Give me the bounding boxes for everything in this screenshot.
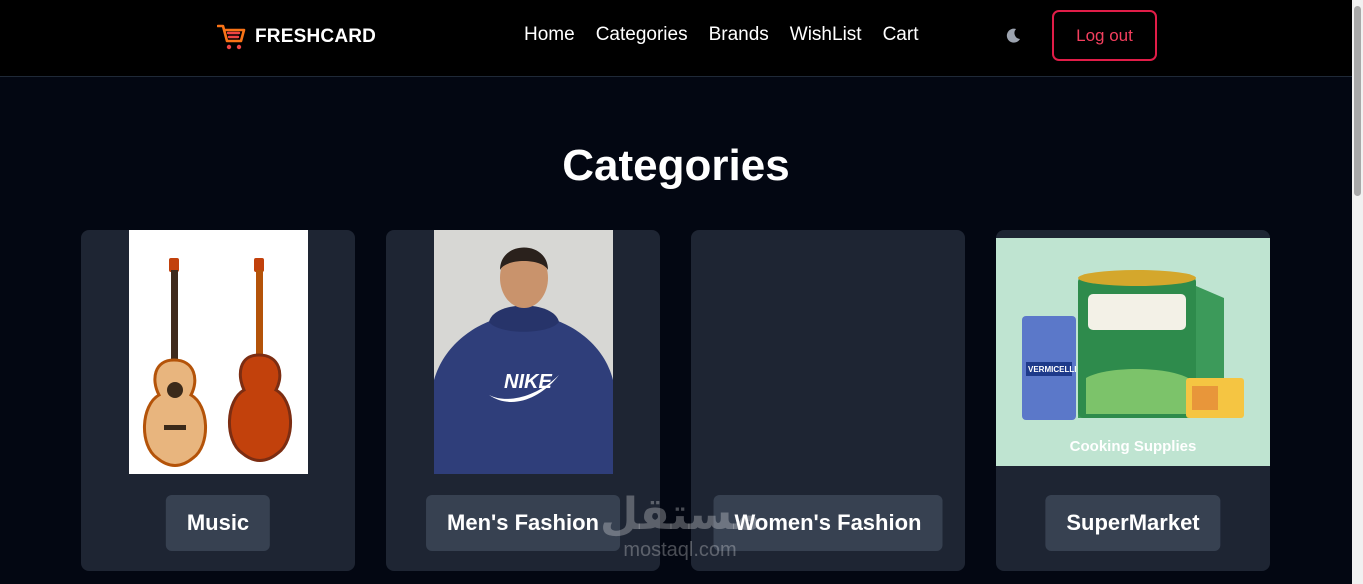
image-caption: Cooking Supplies	[1069, 438, 1197, 455]
nav-link-wishlist[interactable]: WishList	[790, 24, 862, 46]
brand-name: FRESHCARD	[255, 26, 377, 47]
grocery-image: VERMICELLI Cooking Supplies	[996, 238, 1270, 466]
navbar: FRESHCARD Home Categories Brands WishLis…	[0, 0, 1352, 77]
page-scrollbar[interactable]	[1352, 0, 1363, 584]
svg-text:VERMICELLI: VERMICELLI	[1028, 365, 1076, 374]
nav-links: Home Categories Brands WishList Cart	[524, 24, 918, 46]
category-card-supermarket[interactable]: VERMICELLI Cooking Supplies SuperMarket	[996, 230, 1270, 571]
category-label: SuperMarket	[1045, 495, 1221, 551]
logout-button[interactable]: Log out	[1052, 10, 1157, 61]
page-title: Categories	[562, 141, 790, 190]
category-label: Women's Fashion	[713, 495, 943, 551]
category-card-music[interactable]: Music	[81, 230, 355, 571]
nav-link-home[interactable]: Home	[524, 24, 575, 46]
nav-link-categories[interactable]: Categories	[596, 24, 688, 46]
category-card-womens-fashion[interactable]: Women's Fashion	[691, 230, 965, 571]
svg-text:NIKE: NIKE	[504, 371, 552, 393]
scrollbar-thumb[interactable]	[1354, 6, 1361, 196]
moon-icon[interactable]	[1003, 26, 1023, 46]
guitar-image	[129, 230, 308, 474]
category-card-mens-fashion[interactable]: NIKE Men's Fashion	[386, 230, 660, 571]
category-label: Men's Fashion	[426, 495, 620, 551]
category-label: Music	[165, 495, 271, 551]
brand[interactable]: FRESHCARD	[217, 23, 376, 51]
nav-link-cart[interactable]: Cart	[883, 24, 919, 46]
cart-icon	[217, 24, 246, 50]
hoodie-image: NIKE	[434, 230, 613, 474]
nav-link-brands[interactable]: Brands	[709, 24, 769, 46]
